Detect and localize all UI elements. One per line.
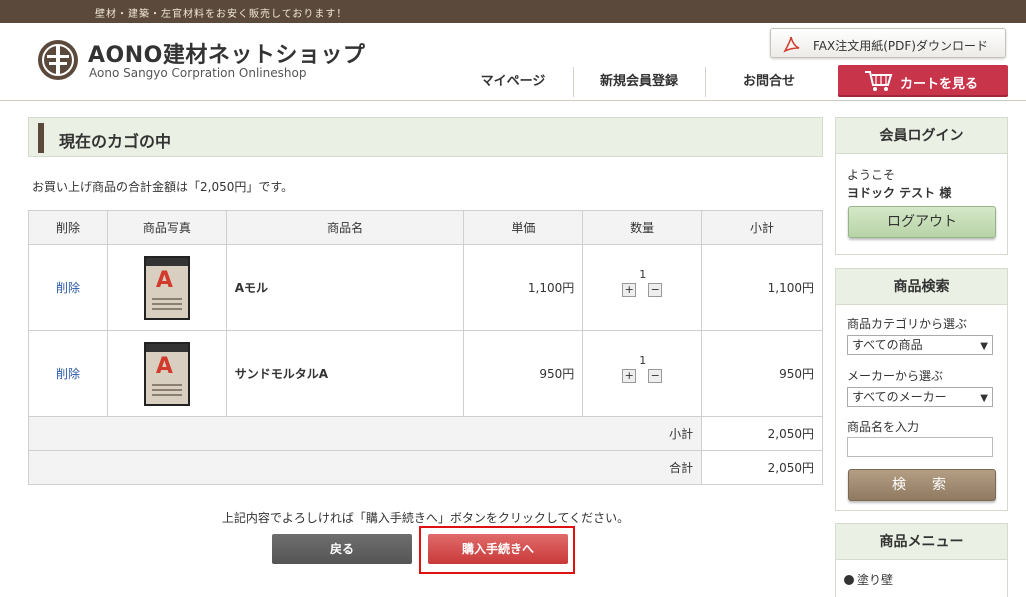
total-value: 2,050円 bbox=[701, 450, 823, 485]
view-cart-label: カートを見る bbox=[900, 77, 979, 92]
pdf-icon bbox=[783, 36, 800, 53]
qty-minus-button[interactable]: − bbox=[648, 282, 663, 297]
confirm-instruction: 上記内容でよろしければ「購入手続きへ」ボタンをクリックしてください。 bbox=[221, 511, 630, 525]
subtotal-row: 小計 2,050円 bbox=[27, 416, 823, 451]
col-header-price: 単価 bbox=[463, 210, 584, 245]
product-name: Aモル bbox=[225, 244, 465, 331]
page-title: 現在のカゴの中 bbox=[59, 132, 172, 151]
welcome-text: ようこそ bbox=[847, 168, 896, 182]
site-subtitle: Aono Sangyo Corpration Onlineshop bbox=[89, 66, 307, 80]
maker-select-value: すべてのメーカー bbox=[852, 390, 947, 404]
fax-pdf-download-button[interactable]: FAX注文用紙(PDF)ダウンロード bbox=[770, 28, 1006, 58]
maker-select-label: メーカーから選ぶ bbox=[847, 369, 944, 383]
row-subtotal: 1,100円 bbox=[701, 244, 823, 331]
product-name-label: 商品名を入力 bbox=[847, 420, 920, 434]
total-row: 合計 2,050円 bbox=[27, 450, 823, 485]
row-subtotal: 950円 bbox=[701, 330, 823, 417]
category-select-value: すべての商品 bbox=[852, 338, 923, 352]
maker-select[interactable]: すべてのメーカー ▼ bbox=[847, 387, 993, 407]
search-button[interactable]: 検 索 bbox=[848, 469, 996, 501]
login-panel-title: 会員ログイン bbox=[836, 118, 1007, 154]
product-search-panel: 商品検索 商品カテゴリから選ぶ すべての商品 ▼ メーカーから選ぶ すべてのメー… bbox=[835, 268, 1008, 511]
product-photo[interactable]: A bbox=[106, 330, 227, 417]
product-menu-panel: 商品メニュー 塗り壁 bbox=[835, 523, 1008, 597]
back-button[interactable]: 戻る bbox=[272, 534, 412, 564]
chevron-down-icon: ▼ bbox=[980, 393, 988, 404]
total-label: 合計 bbox=[27, 450, 703, 485]
qty-plus-button[interactable]: + bbox=[622, 282, 637, 297]
site-header: AONO建材ネットショップ Aono Sangyo Corpration Onl… bbox=[0, 23, 1026, 101]
menu-panel-title: 商品メニュー bbox=[836, 524, 1007, 560]
top-banner: 壁材・建築・左官材料をお安く販売しております！ bbox=[0, 0, 1026, 23]
nav-contact[interactable]: お問合せ bbox=[727, 67, 811, 97]
category-select[interactable]: すべての商品 ▼ bbox=[847, 335, 993, 355]
member-login-panel: 会員ログイン ようこそ ヨドック テスト 様 ログアウト bbox=[835, 117, 1008, 255]
site-title[interactable]: AONO建材ネットショップ bbox=[88, 37, 365, 69]
product-photo[interactable]: A bbox=[106, 244, 227, 331]
cart-total-message: お買い上げ商品の合計金額は「2,050円」です。 bbox=[32, 180, 294, 194]
company-logo-icon[interactable] bbox=[38, 40, 78, 80]
nav-mypage[interactable]: マイページ bbox=[468, 67, 558, 97]
page-heading-box: 現在のカゴの中 bbox=[28, 117, 823, 157]
unit-price: 950円 bbox=[463, 330, 584, 417]
delete-link[interactable]: 削除 bbox=[28, 330, 108, 417]
col-header-name: 商品名 bbox=[225, 210, 465, 245]
table-row: 削除 A Aモル 1,100円 1 + − 1,100円 bbox=[28, 244, 823, 331]
category-select-label: 商品カテゴリから選ぶ bbox=[847, 317, 968, 331]
subtotal-label: 小計 bbox=[27, 416, 703, 451]
product-bag-image: A bbox=[143, 341, 190, 406]
table-row: 削除 A サンドモルタルA 950円 1 + − 950円 bbox=[28, 330, 823, 417]
user-name: ヨドック テスト 様 bbox=[847, 186, 952, 200]
menu-item[interactable]: 塗り壁 bbox=[844, 571, 893, 588]
nav-divider bbox=[705, 67, 706, 97]
quantity-value: 1 bbox=[639, 267, 647, 281]
table-header-row: 削除 商品写真 商品名 単価 数量 小計 bbox=[28, 210, 823, 245]
col-header-subtotal: 小計 bbox=[701, 210, 823, 245]
search-panel-title: 商品検索 bbox=[836, 269, 1007, 305]
heading-accent-bar bbox=[38, 123, 44, 153]
col-header-qty: 数量 bbox=[582, 210, 703, 245]
nav-register[interactable]: 新規会員登録 bbox=[585, 67, 693, 97]
view-cart-button[interactable]: カートを見る bbox=[838, 65, 1008, 97]
product-bag-image: A bbox=[143, 255, 190, 320]
col-header-delete: 削除 bbox=[28, 210, 108, 245]
quantity-cell: 1 + − bbox=[582, 244, 703, 331]
quantity-cell: 1 + − bbox=[582, 330, 703, 417]
subtotal-value: 2,050円 bbox=[701, 416, 823, 451]
nav-divider bbox=[573, 67, 574, 97]
qty-minus-button[interactable]: − bbox=[648, 368, 663, 383]
fax-pdf-label: FAX注文用紙(PDF)ダウンロード bbox=[813, 39, 988, 53]
bag-letter: A bbox=[155, 267, 173, 293]
product-name: サンドモルタルA bbox=[225, 330, 465, 417]
proceed-to-checkout-button[interactable]: 購入手続きへ bbox=[428, 534, 568, 564]
qty-plus-button[interactable]: + bbox=[622, 368, 637, 383]
logout-button[interactable]: ログアウト bbox=[848, 206, 996, 238]
top-banner-text: 壁材・建築・左官材料をお安く販売しております！ bbox=[95, 9, 348, 20]
chevron-down-icon: ▼ bbox=[980, 341, 988, 352]
quantity-value: 1 bbox=[639, 353, 647, 367]
unit-price: 1,100円 bbox=[463, 244, 584, 331]
shopping-cart-icon bbox=[865, 71, 893, 91]
arrow-bullet-icon bbox=[844, 575, 854, 585]
product-name-input[interactable] bbox=[847, 437, 993, 457]
cart-table: 削除 商品写真 商品名 単価 数量 小計 削除 A Aモル 1,100円 1 + bbox=[27, 210, 823, 485]
menu-item-label: 塗り壁 bbox=[857, 573, 894, 587]
delete-link[interactable]: 削除 bbox=[28, 244, 108, 331]
bag-letter: A bbox=[155, 353, 173, 379]
col-header-photo: 商品写真 bbox=[106, 210, 227, 245]
